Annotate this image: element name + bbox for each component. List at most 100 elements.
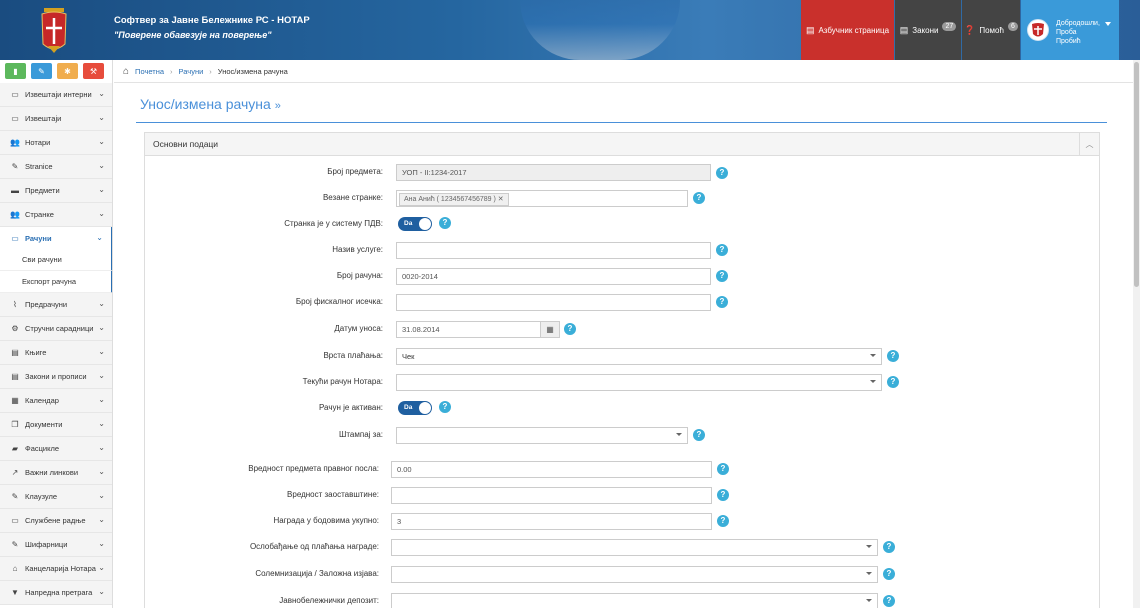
sidebar-item-proforma[interactable]: ⌇ Предрачуни ⌄ [0,293,112,317]
avatar [1027,19,1049,41]
invoice-number-field[interactable]: 0020-2014 [396,268,711,285]
chevron-down-icon: ⌄ [98,323,105,332]
help-icon[interactable]: ? [717,515,729,527]
caret-down-icon [866,572,872,575]
sidebar-item-folders[interactable]: ▰ Фасцикле ⌄ [0,437,112,461]
caret-down-icon [1105,22,1111,26]
fee-exemption-select[interactable] [391,539,878,556]
help-icon[interactable]: ? [883,568,895,580]
paperclip-icon: ⌇ [13,300,17,309]
help-icon[interactable]: ? [883,541,895,553]
sidebar-item-reports-internal[interactable]: ▭ Извештаји интерни ⌄ [0,83,112,107]
help-icon[interactable]: ? [439,401,451,413]
sidebar-item-documents[interactable]: ❐ Документи ⌄ [0,413,112,437]
sidebar-item-laws[interactable]: ▤ Закони и прописи ⌄ [0,365,112,389]
breadcrumb-invoices[interactable]: Рачуни [179,67,204,76]
payment-type-label: Врста плаћања: [323,351,383,360]
case-number-field[interactable]: УОП - II:1234-2017 [396,164,711,181]
panel-header: Основни подаци ︿ [145,133,1099,156]
notary-account-select[interactable] [396,374,882,391]
calendar-icon[interactable]: ▦ [540,321,560,338]
help-icon[interactable]: ? [716,167,728,179]
top-header: Софтвер за Јавне Бележнике РС - НОТАР "П… [0,0,1140,60]
remove-tag-icon[interactable]: ✕ [498,196,504,203]
help-icon[interactable]: ? [693,429,705,441]
deposit-select[interactable] [391,593,878,608]
breadcrumb-home[interactable]: Почетна [135,67,164,76]
sidebar-subitem-all-invoices[interactable]: Сви рачуни [0,249,112,271]
pencil-icon[interactable]: ✎ [31,63,52,79]
chevron-down-icon: ⌄ [98,395,105,404]
party-tag[interactable]: Ана Анић ( 1234567456789 ) ✕ [399,193,509,206]
alphabet-button[interactable]: ▤ Азбучник страница [801,0,894,60]
collapse-icon[interactable]: ︿ [1079,133,1099,155]
users-icon: 👥 [10,138,20,147]
fee-exemption-label: Ослобађање од плаћања награде: [249,542,379,551]
solemnization-select[interactable] [391,566,878,583]
sidebar-item-codebooks[interactable]: ✎ Шифарници ⌄ [0,533,112,557]
help-icon[interactable]: ? [887,350,899,362]
help-icon[interactable]: ? [564,323,576,335]
active-label: Рачун је активан: [318,403,383,412]
help-icon[interactable]: ? [887,376,899,388]
bar-chart-icon[interactable]: ▮ [5,63,26,79]
book-icon: ▤ [11,348,19,357]
tools-icon[interactable]: ⚒ [83,63,104,79]
help-icon[interactable]: ? [716,244,728,256]
help-icon[interactable]: ? [693,192,705,204]
active-toggle[interactable]: Da [398,401,432,415]
calendar-icon: ▦ [11,396,19,405]
page-title: Унос/измена рачуна » [140,96,281,112]
sidebar-item-reports[interactable]: ▭ Извештаји ⌄ [0,107,112,131]
help-icon[interactable]: ? [717,463,729,475]
chevron-down-icon: ⌄ [98,161,105,170]
sidebar-item-cases[interactable]: ▬ Предмети ⌄ [0,179,112,203]
laws-count-badge: 27 [942,21,957,31]
help-icon[interactable]: ? [439,217,451,229]
sidebar-item-parties[interactable]: 👥 Странке ⌄ [0,203,112,227]
coat-of-arms-logo[interactable] [40,6,68,56]
entry-date-field[interactable]: 31.08.2014 [396,321,541,338]
sidebar-item-clauses[interactable]: ✎ Клаузуле ⌄ [0,485,112,509]
sidebar-item-office[interactable]: ⌂ Канцеларија Нотара ⌄ [0,557,112,581]
payment-type-select[interactable]: Чек [396,348,882,365]
legal-value-field[interactable]: 0.00 [391,461,712,478]
caret-down-icon [866,545,872,548]
chevron-down-icon: ⌄ [98,371,105,380]
sidebar-subitem-export-invoices[interactable]: Експорт рачуна [0,271,112,293]
laws-button[interactable]: ▤ Закони 27 [895,0,961,60]
list-icon: ▤ [805,24,815,35]
credit-card-icon: ▭ [11,234,19,243]
sidebar-item-advanced-search[interactable]: ▼ Напредна претрага ⌄ [0,581,112,605]
sidebar-item-notaries[interactable]: 👥 Нотари ⌄ [0,131,112,155]
parties-field[interactable]: Ана Анић ( 1234567456789 ) ✕ [396,190,688,207]
reward-points-field[interactable]: 3 [391,513,712,530]
help-icon[interactable]: ? [883,595,895,607]
help-icon[interactable]: ? [716,270,728,282]
service-name-label: Назив услуге: [332,245,383,254]
sidebar-item-official-acts[interactable]: ▭ Службене радње ⌄ [0,509,112,533]
edit-icon: ✎ [11,492,19,501]
fiscal-number-field[interactable] [396,294,711,311]
help-icon[interactable]: ? [717,489,729,501]
gear-icon[interactable]: ✱ [57,63,78,79]
user-menu[interactable]: Добродошли, Проба Пробић [1021,0,1119,60]
print-for-select[interactable] [396,427,688,444]
home-icon[interactable]: ⌂ [123,66,129,77]
chevron-down-icon: ⌄ [98,113,105,122]
estate-value-field[interactable] [391,487,712,504]
scrollbar-thumb[interactable] [1134,62,1139,287]
sidebar-item-books[interactable]: ▤ Књиге ⌄ [0,341,112,365]
sidebar-item-links[interactable]: ↗ Важни линкови ⌄ [0,461,112,485]
sidebar-item-associates[interactable]: ⚙ Стручни сарадници ⌄ [0,317,112,341]
page-scrollbar[interactable] [1133,60,1140,608]
sidebar-item-calendar[interactable]: ▦ Календар ⌄ [0,389,112,413]
filter-icon: ▼ [11,588,19,597]
help-icon[interactable]: ? [716,296,728,308]
help-button[interactable]: ❓ Помоћ 6 [962,0,1020,60]
sidebar-item-pages[interactable]: ✎ Stranice ⌄ [0,155,112,179]
vat-toggle[interactable]: Da [398,217,432,231]
service-name-field[interactable] [396,242,711,259]
chevron-down-icon: ⌄ [98,467,105,476]
sidebar-item-invoices[interactable]: ▭ Рачуни ⌄ [0,227,112,251]
